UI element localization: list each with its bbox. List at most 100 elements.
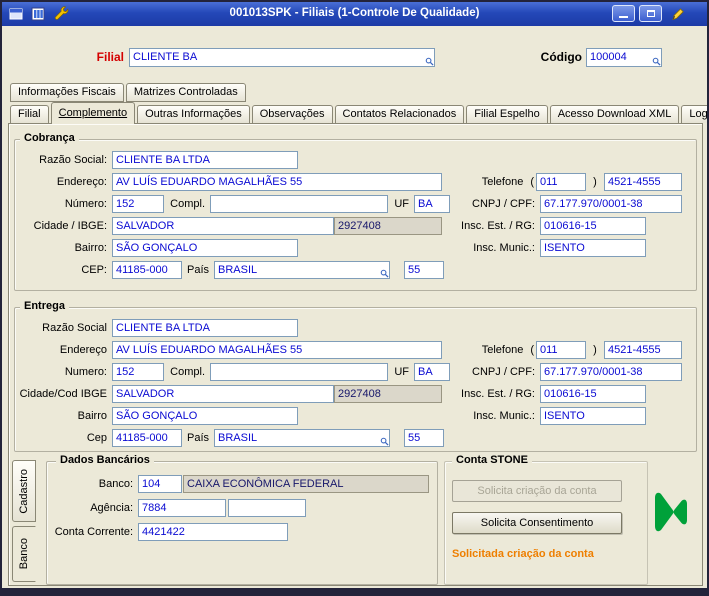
title-bar: 001013SPK - Filiais (1-Controle De Quali… <box>2 2 707 26</box>
insc-est-label: Insc. Est. / RG: <box>461 220 535 232</box>
telefone-input[interactable]: 4521-4555 <box>604 341 682 359</box>
banco-nome-readonly-field: CAIXA ECONÔMICA FEDERAL <box>183 475 429 493</box>
entrega-razao-row: Razão Social CLIENTE BA LTDA <box>16 318 446 338</box>
agencia-digito-input[interactable] <box>228 499 306 517</box>
filial-label: Filial <box>96 50 124 64</box>
insc-est-input[interactable]: 010616-15 <box>540 217 646 235</box>
uf-input[interactable]: BA <box>414 363 450 381</box>
agencia-input[interactable]: 7884 <box>138 499 226 517</box>
ibge-readonly-field: 2927408 <box>334 385 442 403</box>
cobranca-cep-row: CEP: 41185-000 País BRASIL 55 <box>16 260 456 280</box>
tab-label: Contatos Relacionados <box>342 108 457 120</box>
conta-corrente-label: Conta Corrente: <box>54 526 133 538</box>
filial-input[interactable]: CLIENTE BA <box>129 48 435 67</box>
bairro-input[interactable]: SÃO GONÇALO <box>112 239 298 257</box>
cnpj-label: CNPJ / CPF: <box>472 198 535 210</box>
minimize-button[interactable] <box>612 5 635 22</box>
cobranca-razao-row: Razão Social: CLIENTE BA LTDA <box>16 150 446 170</box>
insc-est-input[interactable]: 010616-15 <box>540 385 646 403</box>
razao-social-label: Razão Social: <box>39 154 107 166</box>
endereco-label: Endereço: <box>56 176 107 188</box>
tab-label: Informações Fiscais <box>18 86 116 98</box>
bairro-input[interactable]: SÃO GONÇALO <box>112 407 298 425</box>
cidade-input[interactable]: SALVADOR <box>112 385 334 403</box>
compl-input[interactable] <box>210 363 388 381</box>
uf-input[interactable]: BA <box>414 195 450 213</box>
tab-contatos-relacionados[interactable]: Contatos Relacionados <box>334 105 465 123</box>
filial-lookup-icon[interactable] <box>425 57 434 66</box>
solicita-consentimento-button[interactable]: Solicita Consentimento <box>452 512 622 534</box>
cidade-input[interactable]: SALVADOR <box>112 217 334 235</box>
cidade-label: Cidade / IBGE: <box>33 220 107 232</box>
numero-label: Número: <box>64 198 107 210</box>
tab-label: Complemento <box>58 107 128 119</box>
insc-munic-input[interactable]: ISENTO <box>540 407 646 425</box>
codigo-lookup-icon[interactable] <box>652 57 661 66</box>
maximize-button[interactable] <box>639 5 662 22</box>
ddd-input[interactable]: 011 <box>536 173 586 191</box>
tab-label: Filial Espelho <box>474 108 540 120</box>
pais-lookup-icon[interactable] <box>380 269 389 278</box>
paren-close: ) <box>593 176 597 188</box>
entrega-telefone-row: Telefone ( 011 ) 4521-4555 <box>450 340 682 360</box>
cep-input[interactable]: 41185-000 <box>112 429 182 447</box>
tab-acesso-download-xml[interactable]: Acesso Download XML <box>549 105 680 123</box>
paren-open: ( <box>530 176 534 188</box>
razao-social-input[interactable]: CLIENTE BA LTDA <box>112 151 298 169</box>
pais-lookup-icon[interactable] <box>380 437 389 446</box>
pais-value: BRASIL <box>218 264 258 276</box>
codigo-input[interactable]: 100004 <box>586 48 662 67</box>
compl-input[interactable] <box>210 195 388 213</box>
tab-filial[interactable]: Filial <box>10 105 49 123</box>
ddd-input[interactable]: 011 <box>536 341 586 359</box>
tab-label: Log <box>689 108 708 120</box>
cidade-label: Cidade/Cod IBGE <box>19 388 107 400</box>
solicita-criacao-conta-button: Solicita criação da conta <box>452 480 622 502</box>
compl-label: Compl. <box>170 366 205 378</box>
tab-outras-informacoes[interactable]: Outras Informações <box>137 105 250 123</box>
pais-label: País <box>186 432 209 444</box>
pais-cod-input[interactable]: 55 <box>404 429 444 447</box>
banco-label: Banco: <box>98 478 133 490</box>
conta-corrente-input[interactable]: 4421422 <box>138 523 288 541</box>
endereco-input[interactable]: AV LUÍS EDUARDO MAGALHÃES 55 <box>112 341 442 359</box>
telefone-label: Telefone <box>481 176 524 188</box>
insc-munic-label: Insc. Munic.: <box>473 410 535 422</box>
insc-est-label: Insc. Est. / RG: <box>461 388 535 400</box>
insc-munic-input[interactable]: ISENTO <box>540 239 646 257</box>
side-tab-cadastro[interactable]: Cadastro <box>12 460 36 522</box>
telefone-label: Telefone <box>481 344 524 356</box>
bairro-label: Bairro: <box>74 242 107 254</box>
cobranca-cidade-row: Cidade / IBGE: SALVADOR 2927408 <box>16 216 456 236</box>
stone-logo-icon <box>652 488 690 536</box>
dados-bancarios-title: Dados Bancários <box>56 454 154 466</box>
cnpj-input[interactable]: 67.177.970/0001-38 <box>540 195 682 213</box>
banco-codigo-input[interactable]: 104 <box>138 475 182 493</box>
edit-pencil-icon[interactable] <box>670 6 686 22</box>
entrega-im-row: Insc. Munic.: ISENTO <box>450 406 646 426</box>
pais-input[interactable]: BRASIL <box>214 261 390 279</box>
cep-label: Cep <box>86 432 107 444</box>
cnpj-input[interactable]: 67.177.970/0001-38 <box>540 363 682 381</box>
tab-informacoes-fiscais[interactable]: Informações Fiscais <box>10 83 124 102</box>
cep-input[interactable]: 41185-000 <box>112 261 182 279</box>
numero-input[interactable]: 152 <box>112 195 164 213</box>
telefone-input[interactable]: 4521-4555 <box>604 173 682 191</box>
endereco-input[interactable]: AV LUÍS EDUARDO MAGALHÃES 55 <box>112 173 442 191</box>
codigo-value: 100004 <box>590 51 627 63</box>
razao-social-input[interactable]: CLIENTE BA LTDA <box>112 319 298 337</box>
side-tab-label: Cadastro <box>18 468 30 514</box>
stone-status-text: Solicitada criação da conta <box>452 548 594 560</box>
numero-input[interactable]: 152 <box>112 363 164 381</box>
tab-complemento[interactable]: Complemento <box>50 102 136 124</box>
cobranca-cnpj-row: CNPJ / CPF: 67.177.970/0001-38 <box>450 194 682 214</box>
tab-log[interactable]: Log <box>681 105 708 123</box>
side-tab-banco[interactable]: Banco <box>12 526 36 582</box>
conta-corrente-row: Conta Corrente: 4421422 <box>52 522 432 542</box>
pais-input[interactable]: BRASIL <box>214 429 390 447</box>
cobranca-title: Cobrança <box>20 132 79 144</box>
tab-filial-espelho[interactable]: Filial Espelho <box>466 105 548 123</box>
tab-observacoes[interactable]: Observações <box>251 105 333 123</box>
pais-cod-input[interactable]: 55 <box>404 261 444 279</box>
tab-matrizes-controladas[interactable]: Matrizes Controladas <box>125 83 246 102</box>
